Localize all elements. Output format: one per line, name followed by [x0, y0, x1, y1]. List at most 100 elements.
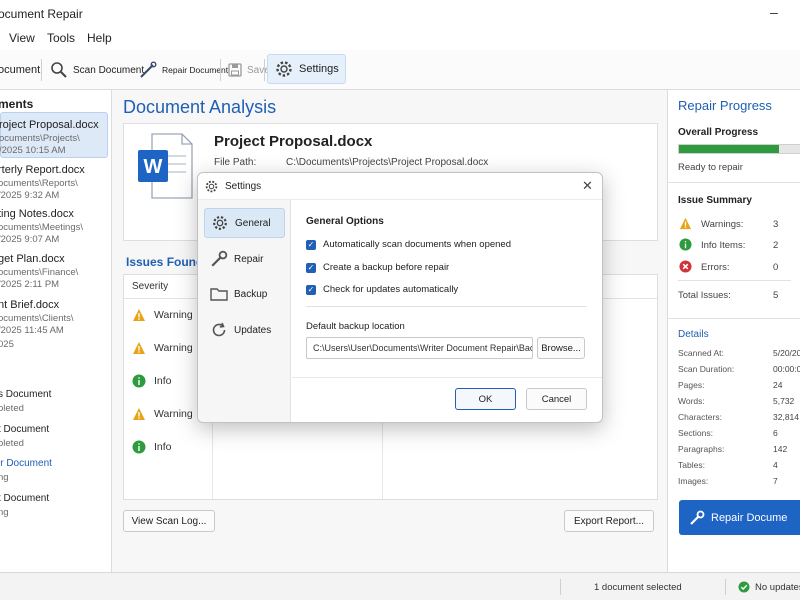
recent-item[interactable]: s Document oleted: [0, 389, 110, 419]
total-issues-label: Total Issues:: [678, 290, 731, 301]
wrench-icon: [211, 250, 228, 267]
repair-document-button[interactable]: Repair Docume: [679, 500, 800, 535]
errors-label: Errors:: [701, 262, 730, 273]
update-status: No updates a: [738, 581, 800, 593]
menu-help[interactable]: Help: [87, 31, 112, 45]
magnifier-icon: [51, 62, 67, 78]
info-icon: [132, 440, 146, 454]
general-options-title: General Options: [306, 216, 384, 227]
warning-icon: [133, 342, 145, 354]
documents-panel: ments roject Proposal.docx ocuments\Proj…: [0, 90, 112, 572]
open-document-button[interactable]: ocument: [0, 56, 40, 84]
warnings-count: 3: [773, 219, 779, 230]
menu-view[interactable]: View: [9, 31, 35, 45]
warning-icon: [133, 309, 145, 321]
detail-label: Scan Duration:: [678, 364, 735, 374]
checkmark-icon: ✓: [306, 262, 316, 273]
recent-item[interactable]: ir Document ng: [0, 458, 110, 488]
window-title: ocument Repair: [0, 7, 83, 21]
issues-found-title: Issues Found: [126, 255, 204, 269]
status-separator: [560, 579, 561, 595]
info-icon: [679, 238, 692, 251]
table-row[interactable]: Info: [124, 432, 212, 464]
recent-item[interactable]: t Document oleted: [0, 424, 110, 454]
repair-progress-panel: Repair Progress Overall Progress Ready t…: [667, 90, 800, 572]
file-path-value: C:\Documents\Projects\Project Proposal.d…: [286, 157, 489, 168]
dialog-title: Settings: [225, 181, 262, 192]
repair-progress-title: Repair Progress: [678, 98, 772, 113]
warnings-label: Warnings:: [701, 219, 744, 230]
overall-progress-bar: [678, 144, 800, 154]
dialog-footer-divider: [292, 377, 602, 378]
status-bar: 1 document selected No updates a: [0, 572, 800, 600]
browse-button[interactable]: Browse...: [537, 337, 585, 359]
detail-value: 5/20/20: [773, 348, 800, 358]
menu-bar: View Tools Help: [0, 26, 800, 50]
document-item[interactable]: ting Notes.docx ocuments\Meetings\ /2025…: [0, 202, 108, 248]
info-icon: [132, 374, 146, 388]
document-item[interactable]: 025: [0, 339, 108, 353]
total-issues-count: 5: [773, 290, 779, 301]
menu-tools[interactable]: Tools: [47, 31, 75, 45]
divider: [668, 182, 800, 183]
dialog-title-bar[interactable]: Settings ✕: [198, 173, 602, 200]
file-path-label: File Path:: [214, 157, 257, 168]
minimize-button[interactable]: –: [770, 4, 778, 20]
settings-nav: General Repair Backup Updates: [198, 200, 291, 422]
backup-path-input[interactable]: C:\Users\User\Documents\Writer Document …: [306, 337, 533, 359]
divider: [306, 306, 587, 307]
auto-scan-checkbox[interactable]: ✓ Automatically scan documents when open…: [306, 239, 511, 250]
checkmark-icon: ✓: [306, 284, 316, 295]
general-options-pane: General Options ✓ Automatically scan doc…: [292, 200, 602, 422]
recent-item[interactable]: t Document ng: [0, 493, 110, 523]
toolbar-separator: [41, 59, 42, 81]
status-separator: [725, 579, 726, 595]
detail-label: Sections:: [678, 428, 713, 438]
divider: [678, 280, 791, 281]
document-item[interactable]: rterly Report.docx ocuments\Reports\ /20…: [0, 158, 108, 204]
detail-label: Characters:: [678, 412, 722, 422]
nav-repair[interactable]: Repair: [204, 244, 285, 274]
backup-before-repair-checkbox[interactable]: ✓ Create a backup before repair: [306, 262, 449, 273]
selection-status: 1 document selected: [594, 582, 682, 593]
word-document-icon: W: [138, 133, 193, 199]
detail-label: Words:: [678, 396, 705, 406]
scan-document-button[interactable]: Scan Document: [50, 56, 144, 84]
floppy-disk-icon: [228, 63, 242, 77]
settings-dialog: Settings ✕ General Repair Backup Updates…: [197, 172, 603, 423]
document-item[interactable]: roject Proposal.docx ocuments\Projects\ …: [0, 112, 108, 158]
checkmark-icon: ✓: [306, 239, 316, 250]
check-circle-icon: [738, 581, 750, 593]
file-name: Project Proposal.docx: [214, 133, 373, 150]
close-icon[interactable]: ✕: [582, 178, 593, 194]
info-items-count: 2: [773, 240, 779, 251]
nav-updates[interactable]: Updates: [204, 315, 285, 345]
repair-document-button[interactable]: Repair Document: [139, 56, 228, 84]
export-report-button[interactable]: Export Report...: [564, 510, 654, 532]
detail-label: Pages:: [678, 380, 705, 390]
progress-fill: [679, 145, 779, 153]
document-item[interactable]: nt Brief.docx ocuments\Clients\ /2025 11…: [0, 293, 108, 339]
progress-status: Ready to repair: [678, 162, 743, 173]
check-updates-checkbox[interactable]: ✓ Check for updates automatically: [306, 284, 458, 295]
detail-value: 6: [773, 428, 778, 438]
overall-progress-label: Overall Progress: [678, 127, 759, 138]
document-item[interactable]: get Plan.docx ocuments\Finance\ /2025 2:…: [0, 247, 108, 293]
wrench-pen-icon: [140, 61, 157, 78]
cancel-button[interactable]: Cancel: [526, 388, 587, 410]
severity-column-header[interactable]: Severity: [132, 281, 168, 292]
gear-icon: [213, 216, 227, 230]
detail-label: Scanned At:: [678, 348, 724, 358]
nav-backup[interactable]: Backup: [204, 279, 285, 309]
page-title: Document Analysis: [123, 97, 277, 117]
detail-value: 00:00:0: [773, 364, 800, 374]
nav-general[interactable]: General: [204, 208, 285, 238]
details-title: Details: [678, 329, 709, 340]
view-scan-log-button[interactable]: View Scan Log...: [123, 510, 215, 532]
ok-button[interactable]: OK: [455, 388, 516, 410]
error-icon: [679, 260, 692, 273]
gear-icon: [276, 61, 292, 77]
settings-toolbar-button[interactable]: Settings: [267, 54, 346, 84]
warning-icon: [679, 217, 692, 230]
backup-location-label: Default backup location: [306, 321, 405, 332]
